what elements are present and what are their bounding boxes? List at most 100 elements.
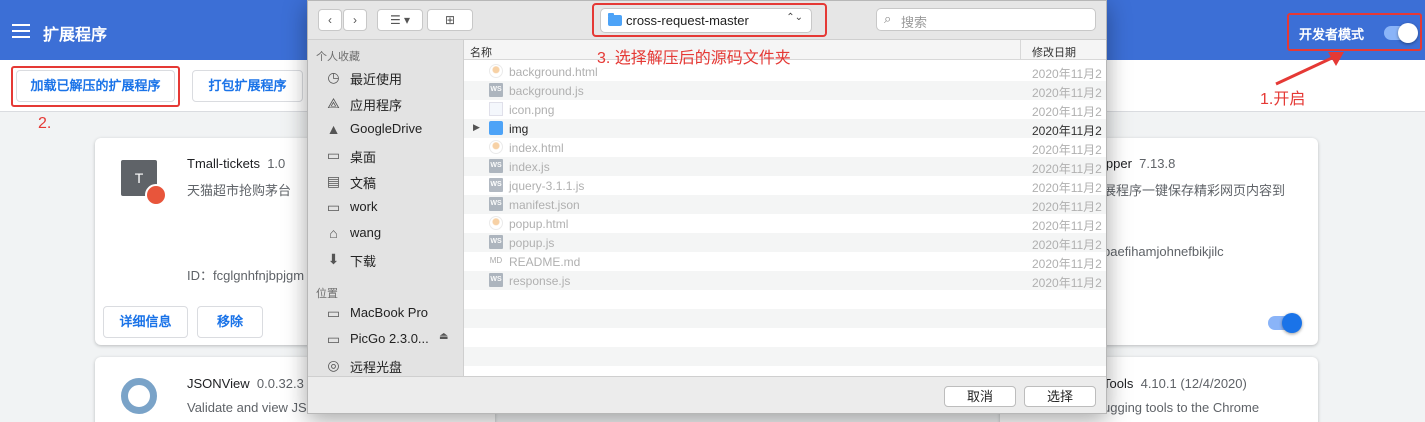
extension-name: Tmall-tickets 1.0 — [187, 156, 286, 171]
file-row: WS background.js 2020年11月2 — [464, 81, 1106, 100]
ws-js-icon: WS — [489, 83, 503, 97]
file-date: 2020年11月2 — [1032, 143, 1102, 157]
file-date: 2020年11月2 — [1032, 124, 1102, 138]
column-header-name[interactable]: 名称 — [470, 44, 492, 60]
remove-button[interactable]: 移除 — [197, 306, 263, 338]
pack-extension-button[interactable]: 打包扩展程序 — [192, 70, 303, 102]
apps-icon: ⟁ — [327, 95, 340, 111]
dev-mode-toggle[interactable] — [1384, 23, 1418, 43]
sidebar-item-macbook[interactable]: ▭ MacBook Pro — [325, 303, 463, 325]
extension-name: Tools 4.10.1 (12/4/2020) — [1103, 376, 1247, 391]
png-icon — [489, 102, 503, 116]
file-row: MD README.md 2020年11月2 — [464, 252, 1106, 271]
sidebar-item-applications[interactable]: ⟁ 应用程序 — [325, 93, 463, 115]
sidebar-item-googledrive[interactable]: ▲ GoogleDrive — [325, 119, 463, 141]
disk-icon: ▭ — [326, 331, 341, 347]
search-input[interactable]: ⌕ 搜索 — [876, 8, 1096, 31]
extension-description: Validate and view JS — [187, 400, 307, 415]
file-name: background.js — [509, 84, 584, 98]
sidebar-item-picgo[interactable]: ▭ PicGo 2.3.0... ⏏ — [325, 329, 463, 351]
column-header-date[interactable]: 修改日期 — [1032, 44, 1076, 60]
file-date: 2020年11月2 — [1032, 162, 1102, 176]
file-date: 2020年11月2 — [1032, 276, 1102, 290]
dev-mode-label: 开发者模式 — [1299, 27, 1365, 42]
empty-row — [464, 347, 1106, 366]
sidebar-item-wang[interactable]: ⌂ wang — [325, 223, 463, 245]
file-row: icon.png 2020年11月2 — [464, 100, 1106, 119]
empty-row — [464, 309, 1106, 328]
extension-name: ipper 7.13.8 — [1103, 156, 1176, 171]
extension-id: ID：fcglgnhfnjbpjgm — [187, 268, 305, 283]
list-view-icon: ☰ ▾ — [389, 13, 411, 27]
back-button[interactable]: ‹ — [318, 9, 342, 31]
folder-icon: ▭ — [326, 199, 341, 215]
path-highlight — [592, 3, 827, 37]
file-list: 名称 修改日期 background.html 2020年11月2 WS backgr… — [464, 40, 1106, 376]
file-row: popup.html 2020年11月2 — [464, 214, 1106, 233]
sidebar-item-recents[interactable]: ◷ 最近使用 — [325, 67, 463, 89]
menu-icon[interactable] — [12, 24, 30, 38]
sidebar-item-desktop[interactable]: ▭ 桌面 — [325, 145, 463, 167]
folder-icon — [489, 121, 503, 135]
md-icon: MD — [489, 256, 503, 265]
file-row: WS manifest.json 2020年11月2 — [464, 195, 1106, 214]
home-icon: ⌂ — [329, 225, 338, 241]
file-row: WS popup.js 2020年11月2 — [464, 233, 1106, 252]
sidebar-item-work[interactable]: ▭ work — [325, 197, 463, 219]
locations-section-label: 位置 — [316, 288, 338, 300]
disclosure-triangle-icon[interactable]: ▶ — [473, 122, 480, 133]
file-date: 2020年11月2 — [1032, 200, 1102, 214]
annotation-step1: 1.开启 — [1260, 91, 1306, 108]
ws-json-icon: WS — [489, 197, 503, 211]
page-title: 扩展程序 — [43, 27, 108, 44]
cancel-button[interactable]: 取消 — [944, 386, 1016, 407]
forward-button[interactable]: › — [343, 9, 367, 31]
annotation-arrow-icon — [1275, 52, 1344, 86]
eject-icon[interactable]: ⏏ — [439, 331, 448, 342]
file-name: img — [509, 122, 529, 136]
file-date: 2020年11月2 — [1032, 238, 1102, 252]
file-date: 2020年11月2 — [1032, 219, 1102, 233]
chevron-right-icon: › — [353, 13, 357, 27]
extension-description: ugging tools to the Chrome — [1103, 400, 1260, 415]
html-icon — [489, 140, 503, 154]
download-icon: ⬇ — [327, 251, 340, 267]
file-row: index.html 2020年11月2 — [464, 138, 1106, 157]
file-date: 2020年11月2 — [1032, 181, 1102, 195]
record-badge-icon — [145, 184, 167, 206]
new-folder-button[interactable]: ⊞ — [427, 9, 473, 31]
file-name: popup.html — [509, 217, 569, 231]
annotation-step3: 3. 选择解压后的源码文件夹 — [597, 50, 791, 67]
load-unpacked-highlight — [11, 66, 180, 107]
file-row: WS index.js 2020年11月2 — [464, 157, 1106, 176]
file-name: response.js — [509, 274, 571, 288]
view-mode-button[interactable]: ☰ ▾ — [377, 9, 423, 31]
details-button[interactable]: 详细信息 — [103, 306, 188, 338]
document-icon: ▤ — [326, 173, 341, 189]
search-placeholder: 搜索 — [901, 15, 928, 30]
empty-row — [464, 328, 1106, 347]
extension-name: JSONView 0.0.32.3 — [187, 376, 304, 391]
file-row: WS jquery-3.1.1.js 2020年11月2 — [464, 176, 1106, 195]
html-icon — [489, 64, 503, 78]
annotation-step2: 2. — [38, 115, 52, 132]
ws-js-icon: WS — [489, 178, 503, 192]
file-row: WS response.js 2020年11月2 — [464, 271, 1106, 290]
file-name: popup.js — [509, 236, 555, 250]
disc-icon: ◎ — [327, 357, 340, 373]
chevron-left-icon: ‹ — [328, 13, 332, 27]
laptop-icon: ▭ — [326, 305, 341, 321]
choose-button[interactable]: 选择 — [1024, 386, 1096, 407]
dialog-footer: 取消 选择 — [308, 376, 1106, 413]
dialog-toolbar: ‹ › ☰ ▾ ⊞ cross-request-master ⌃⌄ ⌕ 搜索 — [308, 1, 1106, 40]
extension-description: 展程序一键保存精彩网页内容到 — [1103, 183, 1286, 198]
sidebar-item-remote-disc[interactable]: ◎ 远程光盘 — [325, 355, 463, 377]
file-row[interactable]: ▶ img 2020年11月2 — [464, 119, 1106, 138]
extension-description: 天猫超市抢购茅台 — [187, 183, 292, 198]
extension-enable-toggle[interactable] — [1268, 313, 1302, 333]
sidebar-item-downloads[interactable]: ⬇ 下载 — [325, 249, 463, 271]
file-name: index.js — [509, 160, 550, 174]
ws-js-icon: WS — [489, 273, 503, 287]
search-icon: ⌕ — [884, 11, 892, 26]
sidebar-item-documents[interactable]: ▤ 文稿 — [325, 171, 463, 193]
